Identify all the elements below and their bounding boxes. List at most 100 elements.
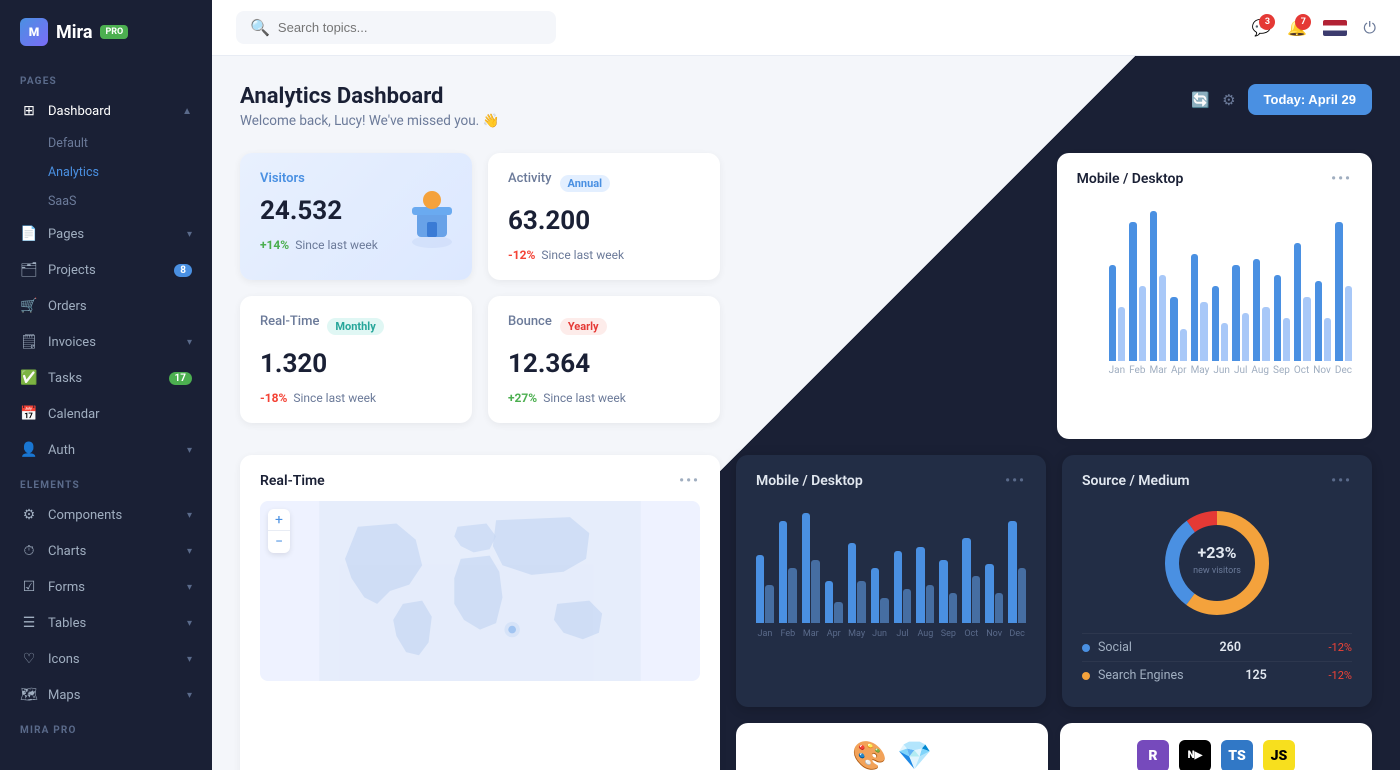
realtime-change: -18% Since last week bbox=[260, 391, 452, 405]
sidebar-item-label: Tables bbox=[48, 616, 86, 631]
mobile-desktop-chart: JanFebMarAprMayJunJulAugSepOctNovDec bbox=[1077, 201, 1352, 376]
bar-group bbox=[1109, 265, 1126, 361]
sidebar-item-saas[interactable]: SaaS bbox=[0, 187, 212, 216]
sidebar-item-analytics[interactable]: Analytics bbox=[0, 158, 212, 187]
chart-x-label: Jul bbox=[1234, 365, 1247, 376]
language-selector[interactable] bbox=[1323, 20, 1347, 36]
visitors-illustration bbox=[402, 182, 462, 252]
bar-light bbox=[1159, 275, 1166, 361]
dark-bar-group bbox=[825, 581, 843, 623]
dark-bar-group bbox=[985, 564, 1003, 623]
page-title: Analytics Dashboard bbox=[240, 84, 499, 109]
sidebar-item-label: Calendar bbox=[48, 407, 100, 422]
donut-chart: +23% new visitors bbox=[1157, 503, 1277, 623]
realtime-change-value: -18% bbox=[260, 391, 287, 405]
chevron-down-icon: ▾ bbox=[187, 337, 192, 348]
social-label: Social bbox=[1098, 640, 1132, 655]
redux-logo: R bbox=[1137, 740, 1169, 770]
dark-bar-group bbox=[939, 560, 957, 623]
app-logo[interactable]: M Mira PRO bbox=[0, 0, 212, 64]
dark-bar bbox=[802, 513, 810, 623]
bar-group bbox=[1232, 265, 1249, 361]
sidebar-item-orders[interactable]: 🛒 Orders bbox=[0, 288, 212, 324]
figma-logo: 🎨 bbox=[852, 739, 887, 770]
bar-light bbox=[1324, 318, 1331, 361]
sidebar-item-pages[interactable]: 📄 Pages ▾ bbox=[0, 216, 212, 252]
chart-x-label: May bbox=[1191, 365, 1210, 376]
refresh-icon[interactable]: 🔄 bbox=[1191, 91, 1210, 109]
calendar-icon: 📅 bbox=[20, 405, 38, 423]
filter-icon[interactable]: ⚙ bbox=[1222, 91, 1235, 109]
realtime-change-label: Since last week bbox=[293, 391, 376, 405]
sidebar-item-calendar[interactable]: 📅 Calendar bbox=[0, 396, 212, 432]
source-medium-title: Source / Medium ••• bbox=[1082, 473, 1352, 489]
realtime-label: Real-Time bbox=[260, 314, 319, 329]
power-button[interactable]: ⏻ bbox=[1363, 18, 1376, 38]
realtime-map-card: Real-Time ••• + − bbox=[240, 455, 720, 770]
sidebar-item-default[interactable]: Default bbox=[0, 129, 212, 158]
map-more-options[interactable]: ••• bbox=[679, 473, 700, 489]
bar-group bbox=[1274, 275, 1291, 361]
bar-group bbox=[1212, 286, 1229, 361]
tech-stack-card: R N▶ TS JS bbox=[1060, 723, 1372, 770]
bar-group bbox=[1253, 259, 1270, 361]
sidebar-item-tasks[interactable]: ✅ Tasks 17 bbox=[0, 360, 212, 396]
sidebar-item-charts[interactable]: ⏱ Charts ▾ bbox=[0, 533, 212, 569]
svg-text:new visitors: new visitors bbox=[1193, 566, 1241, 576]
dark-more-options[interactable]: ••• bbox=[1005, 473, 1026, 489]
sidebar: M Mira PRO PAGES ⊞ Dashboard ▲ Default A… bbox=[0, 0, 212, 770]
sidebar-item-projects[interactable]: 🗂 Projects 8 bbox=[0, 252, 212, 288]
sidebar-item-dashboard[interactable]: ⊞ Dashboard ▲ bbox=[0, 93, 212, 129]
dark-bar-light bbox=[811, 560, 819, 623]
dark-bar bbox=[939, 560, 947, 623]
sidebar-item-forms[interactable]: ☑ Forms ▾ bbox=[0, 569, 212, 605]
sidebar-item-label: Maps bbox=[48, 688, 80, 703]
bar-dark bbox=[1129, 222, 1136, 361]
date-button[interactable]: Today: April 29 bbox=[1248, 84, 1372, 115]
notifications-button[interactable]: 🔔 7 bbox=[1287, 18, 1307, 37]
sidebar-item-tables[interactable]: ☰ Tables ▾ bbox=[0, 605, 212, 641]
mobile-desktop-title: Mobile / Desktop ••• bbox=[1077, 171, 1352, 187]
bounce-value: 12.364 bbox=[508, 349, 700, 379]
notifications-count: 7 bbox=[1295, 14, 1311, 30]
dark-x-label: May bbox=[848, 629, 866, 639]
sidebar-item-auth[interactable]: 👤 Auth ▾ bbox=[0, 432, 212, 468]
chart-x-label: Apr bbox=[1171, 365, 1187, 376]
topbar-actions: 💬 3 🔔 7 ⏻ bbox=[1252, 18, 1377, 38]
page-content: Analytics Dashboard Welcome back, Lucy! … bbox=[212, 56, 1400, 770]
dark-bar-light bbox=[1018, 568, 1026, 623]
sidebar-item-label: Invoices bbox=[48, 335, 96, 350]
visitors-card: Visitors 24.532 +14% Since last week bbox=[240, 153, 472, 280]
source-row-search: Search Engines 125 -12% bbox=[1082, 661, 1352, 689]
chevron-down-icon: ▲ bbox=[182, 106, 192, 117]
bar-dark bbox=[1315, 281, 1322, 361]
bar-dark bbox=[1191, 254, 1198, 361]
chevron-down-icon: ▾ bbox=[187, 229, 192, 240]
visitors-change-label: Since last week bbox=[295, 238, 378, 252]
dark-bar bbox=[848, 543, 856, 623]
dark-bar-group bbox=[871, 568, 889, 623]
more-options-button[interactable]: ••• bbox=[1331, 171, 1352, 187]
bar-group bbox=[1129, 222, 1146, 361]
dashboard-icon: ⊞ bbox=[20, 102, 38, 120]
source-more-options[interactable]: ••• bbox=[1331, 473, 1352, 489]
sidebar-item-icons[interactable]: ♡ Icons ▾ bbox=[0, 641, 212, 677]
dark-bar bbox=[916, 547, 924, 623]
search-box[interactable]: 🔍 bbox=[236, 11, 556, 44]
bar-light bbox=[1283, 318, 1290, 361]
icons-icon: ♡ bbox=[20, 650, 38, 668]
bar-dark bbox=[1335, 222, 1342, 361]
bar-light bbox=[1221, 323, 1228, 361]
chevron-down-icon: ▾ bbox=[187, 654, 192, 665]
search-input[interactable] bbox=[278, 20, 542, 35]
app-name: Mira bbox=[56, 22, 92, 43]
sidebar-item-components[interactable]: ⚙ Components ▾ bbox=[0, 497, 212, 533]
messages-button[interactable]: 💬 3 bbox=[1252, 18, 1272, 37]
sidebar-item-invoices[interactable]: 🗒 Invoices ▾ bbox=[0, 324, 212, 360]
dark-bar-group bbox=[916, 547, 934, 623]
sidebar-item-maps[interactable]: 🗺 Maps ▾ bbox=[0, 677, 212, 713]
dark-bar-group bbox=[802, 513, 820, 623]
stats-cards: Visitors 24.532 +14% Since last week bbox=[240, 153, 720, 423]
bar-light bbox=[1303, 297, 1310, 361]
dark-bar-light bbox=[857, 581, 865, 623]
